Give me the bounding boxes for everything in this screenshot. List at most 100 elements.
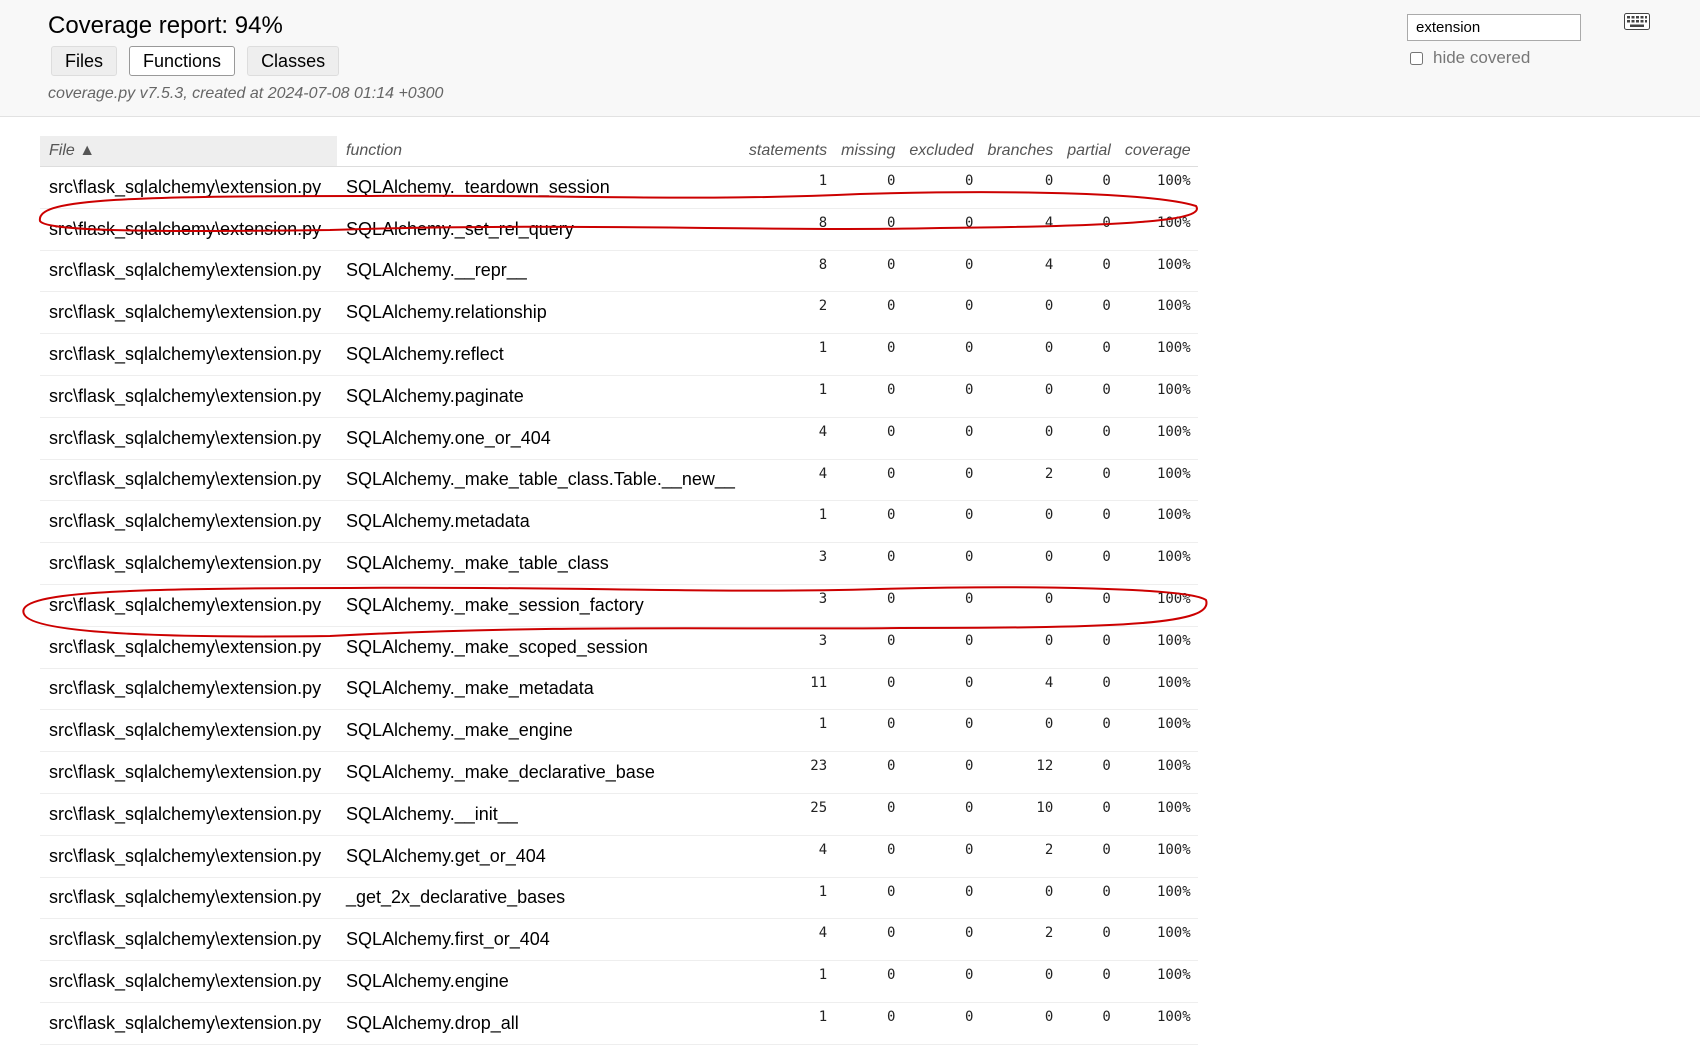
partial-cell: 0 <box>1060 793 1118 836</box>
file-link[interactable]: src\flask_sqlalchemy\extension.py <box>40 417 337 460</box>
branches-cell: 0 <box>980 166 1061 209</box>
col-statements[interactable]: statements <box>741 136 835 167</box>
file-link[interactable]: src\flask_sqlalchemy\extension.py <box>40 918 337 962</box>
function-link[interactable]: SQLAlchemy.reflect <box>337 333 742 376</box>
coverage-cell: 100% <box>1117 250 1198 293</box>
missing-cell: 0 <box>834 333 903 376</box>
col-branches[interactable]: branches <box>980 136 1061 167</box>
file-link[interactable]: src\flask_sqlalchemy\extension.py <box>40 793 337 836</box>
hide-covered-toggle[interactable]: hide covered <box>1410 48 1530 68</box>
function-link[interactable]: SQLAlchemy._make_session_factory <box>337 584 742 627</box>
partial-cell: 0 <box>1060 333 1118 376</box>
function-link[interactable]: SQLAlchemy._set_rel_query <box>337 208 742 251</box>
partial-cell: 0 <box>1060 668 1118 711</box>
function-link[interactable]: _get_2x_declarative_bases <box>337 877 742 920</box>
file-link[interactable]: src\flask_sqlalchemy\extension.py <box>40 584 337 627</box>
function-link[interactable]: SQLAlchemy.__init__ <box>337 793 742 836</box>
file-link[interactable]: src\flask_sqlalchemy\extension.py <box>40 208 337 251</box>
excluded-cell: 0 <box>902 500 981 544</box>
branches-cell: 0 <box>980 333 1061 376</box>
statements-cell: 3 <box>741 542 835 585</box>
function-link[interactable]: SQLAlchemy.relationship <box>337 291 742 335</box>
excluded-cell: 0 <box>902 542 981 585</box>
function-link[interactable]: SQLAlchemy.first_or_404 <box>337 918 742 962</box>
coverage-cell: 100% <box>1117 291 1198 335</box>
file-link[interactable]: src\flask_sqlalchemy\extension.py <box>40 835 337 878</box>
col-function[interactable]: function <box>337 136 742 167</box>
file-link[interactable]: src\flask_sqlalchemy\extension.py <box>40 250 337 293</box>
function-link[interactable]: SQLAlchemy.drop_all <box>337 1002 742 1045</box>
function-link[interactable]: SQLAlchemy._make_declarative_base <box>337 751 742 794</box>
function-link[interactable]: SQLAlchemy.paginate <box>337 375 742 418</box>
excluded-cell: 0 <box>902 1002 981 1045</box>
tab-functions[interactable]: Functions <box>129 46 236 76</box>
file-link[interactable]: src\flask_sqlalchemy\extension.py <box>40 709 337 753</box>
branches-cell: 12 <box>980 751 1061 794</box>
statements-cell: 1 <box>741 1002 835 1045</box>
branches-cell: 2 <box>980 459 1061 502</box>
function-link[interactable]: SQLAlchemy._make_engine <box>337 709 742 753</box>
function-link[interactable]: SQLAlchemy._teardown_session <box>337 166 742 209</box>
tab-classes[interactable]: Classes <box>247 46 340 76</box>
branches-cell: 4 <box>980 668 1061 711</box>
file-link[interactable]: src\flask_sqlalchemy\extension.py <box>40 500 337 544</box>
partial-cell: 0 <box>1060 835 1118 878</box>
partial-cell: 0 <box>1060 584 1118 627</box>
coverage-cell: 100% <box>1117 626 1198 669</box>
file-link[interactable]: src\flask_sqlalchemy\extension.py <box>40 626 337 669</box>
function-link[interactable]: SQLAlchemy._make_scoped_session <box>337 626 742 669</box>
table-row: src\flask_sqlalchemy\extension.py SQLAlch… <box>40 250 1198 293</box>
function-link[interactable]: SQLAlchemy.metadata <box>337 500 742 544</box>
branches-cell: 0 <box>980 291 1061 335</box>
file-link[interactable]: src\flask_sqlalchemy\extension.py <box>40 960 337 1003</box>
file-link[interactable]: src\flask_sqlalchemy\extension.py <box>40 166 337 209</box>
function-link[interactable]: SQLAlchemy._make_table_class.Table.__new… <box>337 459 742 502</box>
function-link[interactable]: SQLAlchemy._make_metadata <box>337 668 742 711</box>
table-row: src\flask_sqlalchemy\extension.py SQLAlch… <box>40 417 1198 460</box>
statements-cell: 25 <box>741 793 835 836</box>
file-link[interactable]: src\flask_sqlalchemy\extension.py <box>40 375 337 418</box>
partial-cell: 0 <box>1060 375 1118 418</box>
statements-cell: 8 <box>741 208 835 251</box>
function-link[interactable]: SQLAlchemy.engine <box>337 960 742 1003</box>
col-excluded[interactable]: excluded <box>902 136 981 167</box>
file-link[interactable]: src\flask_sqlalchemy\extension.py <box>40 668 337 711</box>
function-link[interactable]: SQLAlchemy._make_table_class <box>337 542 742 585</box>
missing-cell: 0 <box>834 1002 903 1045</box>
excluded-cell: 0 <box>902 709 981 753</box>
file-link[interactable]: src\flask_sqlalchemy\extension.py <box>40 291 337 335</box>
col-file[interactable]: File ▲ <box>40 136 337 167</box>
branches-cell: 0 <box>980 1002 1061 1045</box>
hide-covered-checkbox[interactable] <box>1410 51 1423 65</box>
function-link[interactable]: SQLAlchemy.__repr__ <box>337 250 742 293</box>
missing-cell: 0 <box>834 166 903 209</box>
col-partial[interactable]: partial <box>1060 136 1118 167</box>
table-row: src\flask_sqlalchemy\extension.py SQLAlch… <box>40 208 1198 251</box>
partial-cell: 0 <box>1060 960 1118 1003</box>
table-row: src\flask_sqlalchemy\extension.py SQLAlch… <box>40 500 1198 544</box>
table-body: src\flask_sqlalchemy\extension.py SQLAlch… <box>40 166 1198 1045</box>
col-missing[interactable]: missing <box>834 136 903 167</box>
function-link[interactable]: SQLAlchemy.get_or_404 <box>337 835 742 878</box>
filter-input[interactable] <box>1407 14 1581 41</box>
file-link[interactable]: src\flask_sqlalchemy\extension.py <box>40 877 337 920</box>
col-coverage[interactable]: coverage <box>1117 136 1198 167</box>
missing-cell: 0 <box>834 960 903 1003</box>
coverage-cell: 100% <box>1117 877 1198 920</box>
statements-cell: 3 <box>741 626 835 669</box>
partial-cell: 0 <box>1060 208 1118 251</box>
hide-covered-label: hide covered <box>1433 48 1531 67</box>
partial-cell: 0 <box>1060 459 1118 502</box>
file-link[interactable]: src\flask_sqlalchemy\extension.py <box>40 333 337 376</box>
coverage-cell: 100% <box>1117 166 1198 209</box>
file-link[interactable]: src\flask_sqlalchemy\extension.py <box>40 459 337 502</box>
file-link[interactable]: src\flask_sqlalchemy\extension.py <box>40 751 337 794</box>
keyboard-icon[interactable] <box>1624 13 1650 30</box>
file-link[interactable]: src\flask_sqlalchemy\extension.py <box>40 542 337 585</box>
branches-cell: 0 <box>980 626 1061 669</box>
partial-cell: 0 <box>1060 626 1118 669</box>
tab-files[interactable]: Files <box>51 46 118 76</box>
function-link[interactable]: SQLAlchemy.one_or_404 <box>337 417 742 460</box>
excluded-cell: 0 <box>902 250 981 293</box>
file-link[interactable]: src\flask_sqlalchemy\extension.py <box>40 1002 337 1045</box>
